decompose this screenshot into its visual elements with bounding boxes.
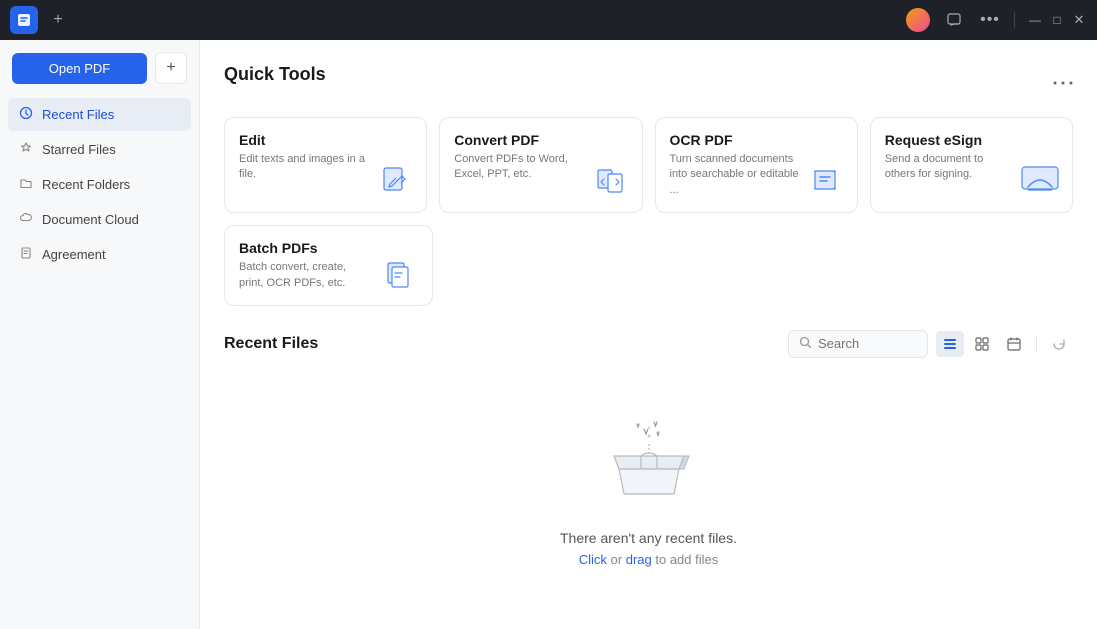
cloud-icon xyxy=(18,211,34,228)
open-pdf-button[interactable]: Open PDF xyxy=(12,53,147,84)
more-options-button[interactable]: ••• xyxy=(978,8,1002,32)
recent-files-title: Recent Files xyxy=(224,335,318,353)
maximize-button[interactable]: □ xyxy=(1049,12,1065,28)
tool-convert-title: Convert PDF xyxy=(454,132,627,148)
tool-batch-desc: Batch convert, create, print, OCR PDFs, … xyxy=(239,260,369,291)
document-icon xyxy=(18,246,34,263)
titlebar-separator xyxy=(1014,12,1015,28)
close-button[interactable]: ✕ xyxy=(1071,12,1087,28)
empty-state-subtext: Click or drag to add files xyxy=(579,552,719,567)
empty-state: There aren't any recent files. Click or … xyxy=(224,374,1073,587)
titlebar: + ••• — □ ✕ xyxy=(0,0,1097,40)
sidebar-item-label: Recent Folders xyxy=(42,177,130,192)
empty-state-text: There aren't any recent files. xyxy=(560,530,737,546)
search-input[interactable] xyxy=(818,336,917,351)
clock-icon xyxy=(18,106,34,123)
ocr-icon xyxy=(805,160,845,200)
titlebar-left: + xyxy=(10,6,70,34)
new-tab-button[interactable]: + xyxy=(46,8,70,32)
esign-icon xyxy=(1020,160,1060,200)
tool-edit-title: Edit xyxy=(239,132,412,148)
tool-convert-desc: Convert PDFs to Word, Excel, PPT, etc. xyxy=(454,152,584,183)
tool-esign-desc: Send a document to others for signing. xyxy=(885,152,1015,183)
minimize-button[interactable]: — xyxy=(1027,12,1043,28)
tool-ocr-title: OCR PDF xyxy=(670,132,843,148)
tool-esign-title: Request eSign xyxy=(885,132,1058,148)
empty-state-icon xyxy=(589,414,709,514)
sidebar-item-label: Agreement xyxy=(42,247,106,262)
window-controls: — □ ✕ xyxy=(1027,12,1087,28)
tools-grid-row2: Batch PDFs Batch convert, create, print,… xyxy=(224,225,1073,306)
folder-icon xyxy=(18,176,34,193)
sidebar-item-agreement[interactable]: Agreement xyxy=(8,238,191,271)
tool-ocr-desc: Turn scanned documents into searchable o… xyxy=(670,152,800,198)
content-area: Quick Tools Edit Edit texts and images i… xyxy=(200,40,1097,629)
grid-view-button[interactable] xyxy=(968,331,996,357)
sidebar-top: Open PDF + xyxy=(0,52,199,96)
tool-request-esign[interactable]: Request eSign Send a document to others … xyxy=(870,117,1073,213)
click-link[interactable]: Click xyxy=(579,552,607,567)
tools-empty-space xyxy=(445,225,1073,306)
view-controls xyxy=(936,330,1073,358)
quick-tools-title: Quick Tools xyxy=(224,64,326,85)
list-view-button[interactable] xyxy=(936,331,964,357)
sidebar-item-starred-files[interactable]: Starred Files xyxy=(8,133,191,166)
view-separator xyxy=(1036,335,1037,353)
sidebar-item-document-cloud[interactable]: Document Cloud xyxy=(8,203,191,236)
recent-files-controls xyxy=(788,330,1073,358)
sidebar-nav: Recent Files Starred Files Recent Folder… xyxy=(0,98,199,271)
drag-link[interactable]: drag xyxy=(626,552,652,567)
titlebar-right: ••• — □ ✕ xyxy=(906,8,1087,32)
sidebar: Open PDF + Recent Files Star xyxy=(0,40,200,629)
tool-batch-pdfs[interactable]: Batch PDFs Batch convert, create, print,… xyxy=(224,225,433,306)
search-box xyxy=(788,330,928,358)
user-avatar[interactable] xyxy=(906,8,930,32)
convert-icon xyxy=(590,160,630,200)
empty-suffix: to add files xyxy=(652,552,719,567)
sidebar-item-recent-files[interactable]: Recent Files xyxy=(8,98,191,131)
batch-icon xyxy=(380,253,420,293)
sidebar-item-label: Document Cloud xyxy=(42,212,139,227)
star-icon xyxy=(18,141,34,158)
tool-convert-pdf[interactable]: Convert PDF Convert PDFs to Word, Excel,… xyxy=(439,117,642,213)
sidebar-item-recent-folders[interactable]: Recent Folders xyxy=(8,168,191,201)
app-icon xyxy=(10,6,38,34)
quick-tools-header: Quick Tools xyxy=(224,64,1073,101)
main-layout: Open PDF + Recent Files Star xyxy=(0,40,1097,629)
sidebar-item-label: Starred Files xyxy=(42,142,116,157)
sidebar-item-label: Recent Files xyxy=(42,107,114,122)
calendar-view-button[interactable] xyxy=(1000,331,1028,357)
quick-tools-more-button[interactable] xyxy=(1053,81,1073,85)
empty-sep: or xyxy=(607,552,626,567)
tool-edit[interactable]: Edit Edit texts and images in a file. xyxy=(224,117,427,213)
search-icon xyxy=(799,336,812,352)
refresh-button[interactable] xyxy=(1045,330,1073,358)
tool-ocr-pdf[interactable]: OCR PDF Turn scanned documents into sear… xyxy=(655,117,858,213)
tools-grid-row1: Edit Edit texts and images in a file. Co… xyxy=(224,117,1073,213)
sidebar-add-button[interactable]: + xyxy=(155,52,187,84)
recent-files-header: Recent Files xyxy=(224,330,1073,358)
tool-edit-desc: Edit texts and images in a file. xyxy=(239,152,369,183)
chat-icon-button[interactable] xyxy=(942,8,966,32)
edit-icon xyxy=(374,160,414,200)
